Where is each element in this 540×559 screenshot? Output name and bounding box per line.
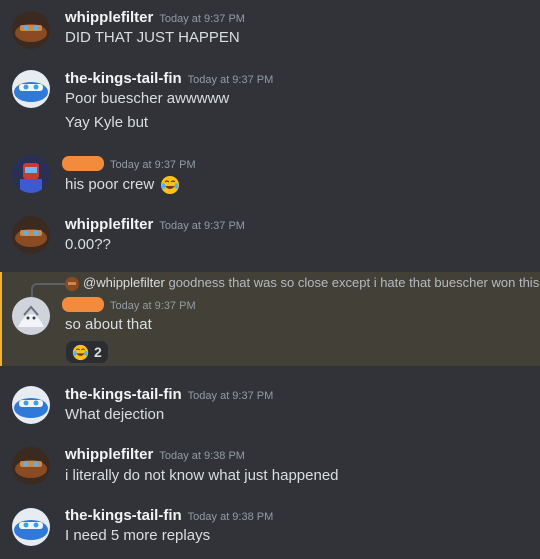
message-text: I need 5 more replays <box>65 527 211 544</box>
rusty-car-avatar[interactable] <box>12 447 50 485</box>
mention-highlight-bar <box>0 272 2 366</box>
reaction-button[interactable]: 2 <box>65 340 109 364</box>
white-creature-avatar[interactable] <box>12 297 50 335</box>
timestamp: Today at 9:37 PM <box>110 300 196 312</box>
rusty-car-avatar[interactable] <box>12 11 50 49</box>
robot-avatar[interactable] <box>12 155 50 193</box>
timestamp: Today at 9:37 PM <box>159 13 245 25</box>
username[interactable]: the-kings-tail-fin <box>65 507 182 524</box>
message-text-content: his poor crew <box>65 175 155 193</box>
message-text: What dejection <box>65 406 165 423</box>
message-text: Yay Kyle but <box>65 114 149 131</box>
username[interactable]: the-kings-tail-fin <box>65 386 182 403</box>
crying-laughing-emoji <box>161 176 180 194</box>
redacted-username <box>62 297 104 313</box>
redacted-username <box>62 156 104 172</box>
timestamp: Today at 9:38 PM <box>187 511 274 523</box>
username[interactable]: the-kings-tail-fin <box>65 70 182 87</box>
reply-avatar <box>65 276 79 291</box>
timestamp: Today at 9:37 PM <box>187 390 274 402</box>
username[interactable]: whipplefilter <box>65 9 153 26</box>
message-text: so about that <box>65 316 152 333</box>
message-text: 0.00?? <box>65 236 111 253</box>
laughing-emoji <box>72 344 89 360</box>
timestamp: Today at 9:37 PM <box>110 159 196 171</box>
blue-car-avatar[interactable] <box>12 70 50 108</box>
reply-connector <box>31 283 65 299</box>
username[interactable]: whipplefilter <box>65 446 153 463</box>
timestamp: Today at 9:37 PM <box>187 74 274 86</box>
username[interactable]: whipplefilter <box>65 216 153 233</box>
reaction-count: 2 <box>94 344 102 360</box>
timestamp: Today at 9:38 PM <box>159 450 245 462</box>
reply-text: goodness that was so close except i hate… <box>168 275 540 290</box>
message-text: i literally do not know what just happen… <box>65 467 339 484</box>
blue-car-avatar[interactable] <box>12 508 50 546</box>
reply-preview[interactable]: @whipplefilter goodness that was so clos… <box>65 275 539 291</box>
message-text: DID THAT JUST HAPPEN <box>65 29 240 46</box>
blue-car-avatar[interactable] <box>12 386 50 424</box>
message-text: Poor buescher awwwww <box>65 90 230 107</box>
rusty-car-avatar[interactable] <box>12 216 50 254</box>
timestamp: Today at 9:37 PM <box>159 220 245 232</box>
reply-username[interactable]: @whipplefilter <box>83 275 165 290</box>
message-text: his poor crew <box>65 175 180 195</box>
